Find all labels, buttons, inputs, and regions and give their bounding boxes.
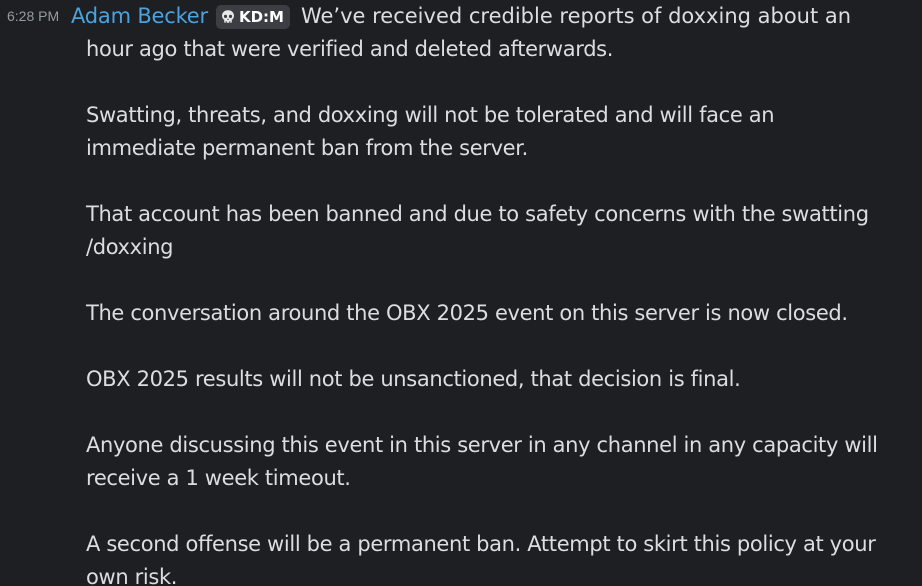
message-text-line: A second offense will be a permanent ban… [86,532,876,556]
message-text-line: /doxxing [86,235,174,259]
username[interactable]: Adam Becker [71,0,208,33]
message-text-first-line: We’ve received credible reports of doxxi… [300,4,852,28]
skull-icon [221,9,234,23]
message-text-line: The conversation around the OBX 2025 eve… [86,301,848,325]
message-text-line: immediate permanent ban from the server. [86,136,528,160]
chat-message: 6:28 PM Adam Becker KD:M We’ve received … [0,0,922,586]
message-body: hour ago that were verified and deleted … [86,33,886,586]
message-text-line: Anyone discussing this event in this ser… [86,433,878,457]
message-header: Adam Becker KD:M We’ve received credible… [71,0,851,33]
message-text-line: receive a 1 week timeout. [86,466,351,490]
message-text-line: own risk. [86,565,178,586]
message-timestamp[interactable]: 6:28 PM [7,6,59,26]
message-text-line: That account has been banned and due to … [86,202,869,226]
message-text-line: OBX 2025 results will not be unsanctione… [86,367,741,391]
server-tag-label: KD:M [238,7,284,26]
message-text-line: hour ago that were verified and deleted … [86,37,614,61]
message-text-line: Swatting, threats, and doxxing will not … [86,103,775,127]
server-tag[interactable]: KD:M [215,4,290,29]
